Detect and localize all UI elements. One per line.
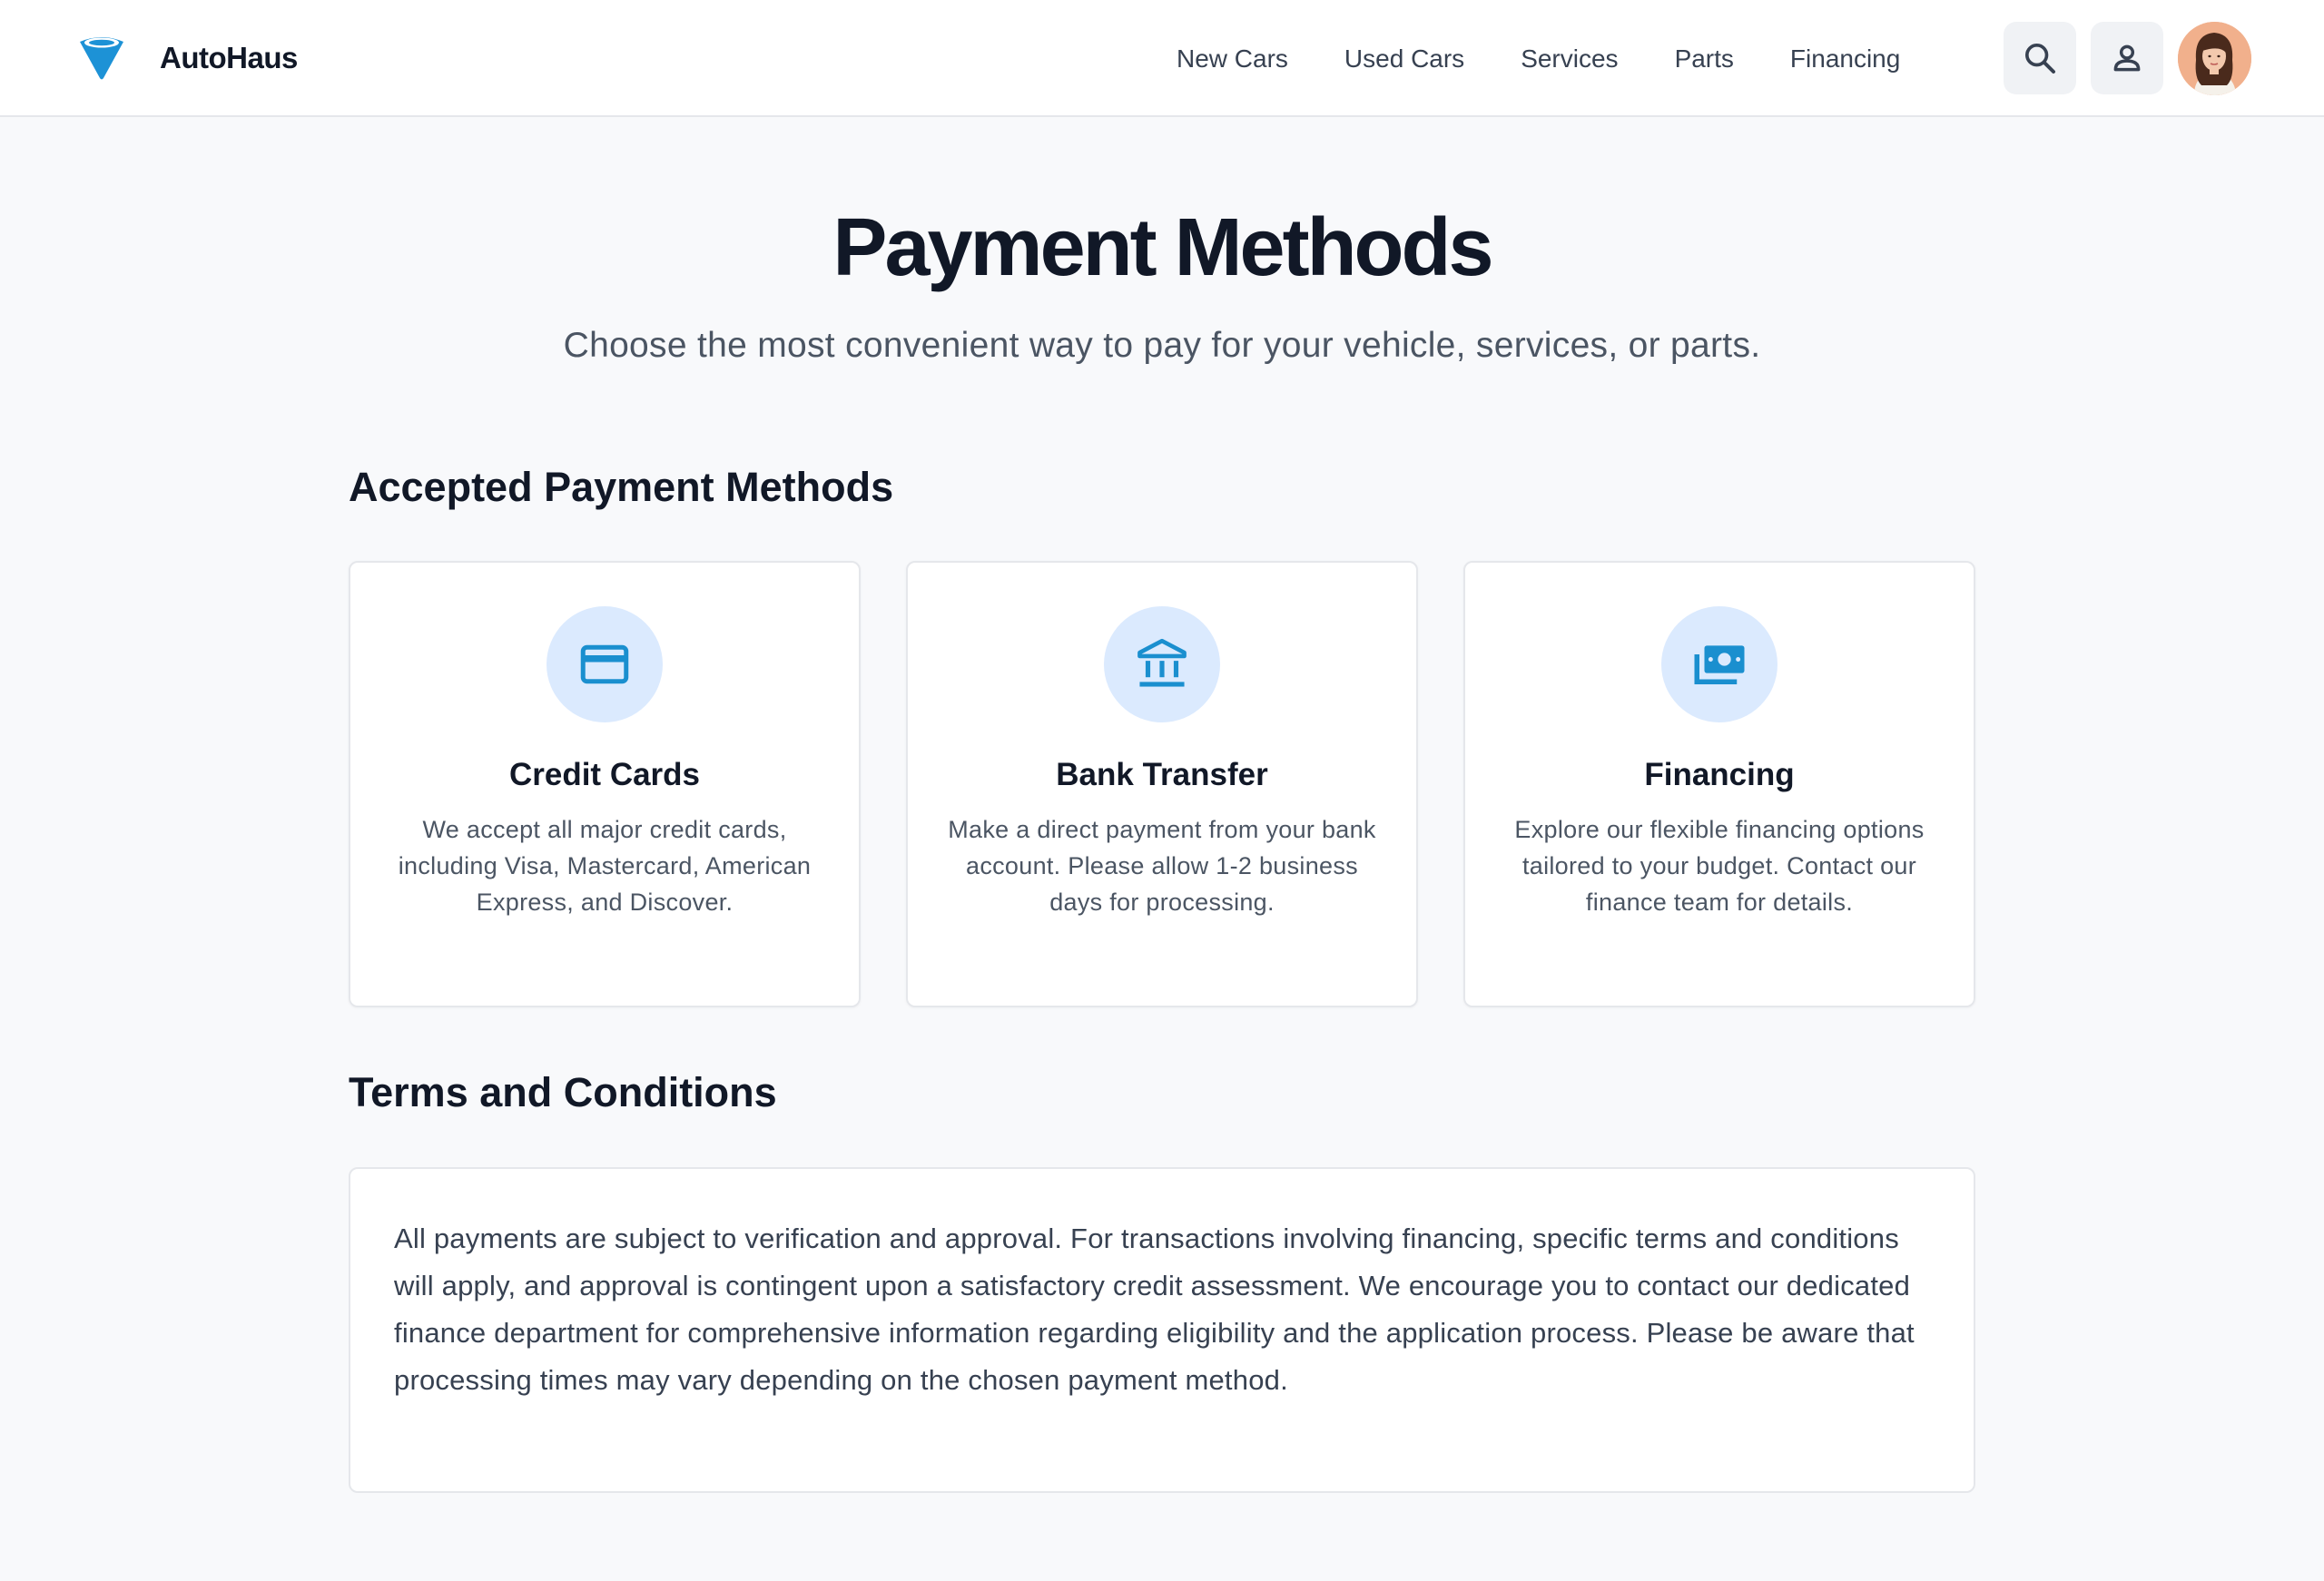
card-title: Credit Cards xyxy=(508,757,701,792)
card-description: We accept all major credit cards, includ… xyxy=(398,816,812,916)
nav-parts[interactable]: Parts xyxy=(1675,44,1734,74)
terms-text: All payments are subject to verification… xyxy=(394,1223,1915,1396)
account-button[interactable] xyxy=(2091,22,2163,94)
site-header: AutoHaus New Cars Used Cars Services Par… xyxy=(0,0,2324,117)
nav-new-cars[interactable]: New Cars xyxy=(1177,44,1288,74)
page-subtitle: Choose the most convenient way to pay fo… xyxy=(563,326,1761,365)
brand[interactable]: AutoHaus xyxy=(76,33,298,83)
search-button[interactable] xyxy=(2004,22,2076,94)
card-description: Make a direct payment from your bank acc… xyxy=(948,816,1376,916)
payment-methods-heading: Accepted Payment Methods xyxy=(349,464,894,510)
credit-cards-card: Credit Cards We accept all major credit … xyxy=(349,561,861,1007)
credit-card-icon-badge xyxy=(547,606,663,722)
terms-box: All payments are subject to verification… xyxy=(349,1167,1975,1493)
money-icon-badge xyxy=(1661,606,1777,722)
bank-icon-badge xyxy=(1104,606,1220,722)
main-nav: New Cars Used Cars Services Parts Financ… xyxy=(1177,36,1900,82)
page-title: Payment Methods xyxy=(832,202,1493,293)
money-icon xyxy=(1694,645,1745,684)
card-title: Financing xyxy=(1644,757,1795,792)
brand-name: AutoHaus xyxy=(160,41,298,74)
financing-card: Financing Explore our flexible financing… xyxy=(1463,561,1975,1007)
avatar-portrait-icon xyxy=(2178,22,2251,95)
card-title: Bank Transfer xyxy=(1056,757,1268,792)
search-icon xyxy=(2025,44,2055,74)
nav-used-cars[interactable]: Used Cars xyxy=(1344,44,1464,74)
card-description: Explore our flexible financing options t… xyxy=(1514,816,1925,916)
credit-card-icon xyxy=(580,644,629,684)
nav-services[interactable]: Services xyxy=(1521,44,1618,74)
user-avatar[interactable] xyxy=(2178,22,2251,95)
bank-icon xyxy=(1137,638,1187,687)
nav-financing[interactable]: Financing xyxy=(1790,44,1900,74)
terms-heading: Terms and Conditions xyxy=(349,1069,777,1115)
autohaus-logo-icon xyxy=(80,37,123,80)
bank-transfer-card: Bank Transfer Make a direct payment from… xyxy=(906,561,1418,1007)
payment-method-cards: Credit Cards We accept all major credit … xyxy=(349,561,1975,1007)
user-icon xyxy=(2113,44,2141,72)
